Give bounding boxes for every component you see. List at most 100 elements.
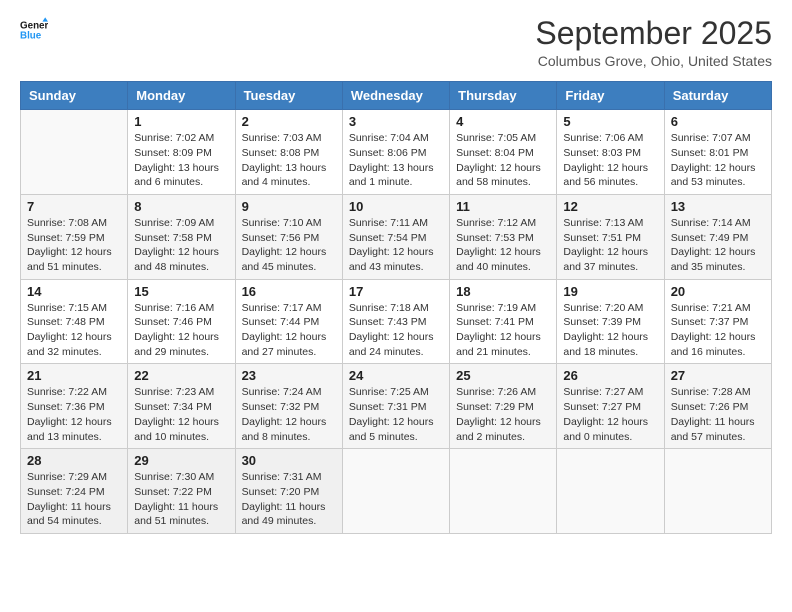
cell-content: 5 Sunrise: 7:06 AMSunset: 8:03 PMDaylight… <box>563 114 657 190</box>
cell-day-number: 29 <box>134 453 228 468</box>
logo: General Blue <box>20 16 48 44</box>
calendar-cell: 2 Sunrise: 7:03 AMSunset: 8:08 PMDaylight… <box>235 110 342 195</box>
calendar-cell <box>450 449 557 534</box>
cell-content: 30Sunrise: 7:31 AMSunset: 7:20 PMDayligh… <box>242 453 336 529</box>
cell-sun-info: Sunrise: 7:17 AMSunset: 7:44 PMDaylight:… <box>242 301 336 360</box>
cell-content: 25Sunrise: 7:26 AMSunset: 7:29 PMDayligh… <box>456 368 550 444</box>
calendar-cell: 23 Sunrise: 7:24 AMSunset: 7:32 PMDayligh… <box>235 364 342 449</box>
cell-content: 12Sunrise: 7:13 AMSunset: 7:51 PMDayligh… <box>563 199 657 275</box>
cell-content: 2 Sunrise: 7:03 AMSunset: 8:08 PMDaylight… <box>242 114 336 190</box>
calendar-week-row: 14Sunrise: 7:15 AMSunset: 7:48 PMDayligh… <box>21 279 772 364</box>
cell-content: 17Sunrise: 7:18 AMSunset: 7:43 PMDayligh… <box>349 284 443 360</box>
cell-content: 14Sunrise: 7:15 AMSunset: 7:48 PMDayligh… <box>27 284 121 360</box>
calendar-cell <box>557 449 664 534</box>
cell-day-number: 7 <box>27 199 121 214</box>
header-saturday: Saturday <box>664 82 771 110</box>
cell-sun-info: Sunrise: 7:03 AMSunset: 8:08 PMDaylight:… <box>242 131 336 190</box>
calendar-cell: 4 Sunrise: 7:05 AMSunset: 8:04 PMDaylight… <box>450 110 557 195</box>
calendar-cell: 30Sunrise: 7:31 AMSunset: 7:20 PMDayligh… <box>235 449 342 534</box>
calendar-cell <box>21 110 128 195</box>
calendar-cell <box>664 449 771 534</box>
cell-content: 4 Sunrise: 7:05 AMSunset: 8:04 PMDaylight… <box>456 114 550 190</box>
cell-sun-info: Sunrise: 7:15 AMSunset: 7:48 PMDaylight:… <box>27 301 121 360</box>
cell-content: 22 Sunrise: 7:23 AMSunset: 7:34 PMDayligh… <box>134 368 228 444</box>
calendar-week-row: 21Sunrise: 7:22 AMSunset: 7:36 PMDayligh… <box>21 364 772 449</box>
cell-sun-info: Sunrise: 7:20 AMSunset: 7:39 PMDaylight:… <box>563 301 657 360</box>
title-section: September 2025 Columbus Grove, Ohio, Uni… <box>535 16 772 69</box>
cell-sun-info: Sunrise: 7:31 AMSunset: 7:20 PMDaylight:… <box>242 470 336 529</box>
cell-sun-info: Sunrise: 7:21 AMSunset: 7:37 PMDaylight:… <box>671 301 765 360</box>
cell-sun-info: Sunrise: 7:29 AMSunset: 7:24 PMDaylight:… <box>27 470 121 529</box>
cell-day-number: 26 <box>563 368 657 383</box>
cell-day-number: 25 <box>456 368 550 383</box>
svg-text:Blue: Blue <box>20 30 42 41</box>
cell-content: 3Sunrise: 7:04 AMSunset: 8:06 PMDaylight… <box>349 114 443 190</box>
cell-day-number: 18 <box>456 284 550 299</box>
calendar-cell: 8Sunrise: 7:09 AMSunset: 7:58 PMDaylight… <box>128 194 235 279</box>
calendar-cell: 12Sunrise: 7:13 AMSunset: 7:51 PMDayligh… <box>557 194 664 279</box>
calendar-cell: 9Sunrise: 7:10 AMSunset: 7:56 PMDaylight… <box>235 194 342 279</box>
header-monday: Monday <box>128 82 235 110</box>
cell-day-number: 19 <box>563 284 657 299</box>
cell-sun-info: Sunrise: 7:12 AMSunset: 7:53 PMDaylight:… <box>456 216 550 275</box>
calendar-cell: 14Sunrise: 7:15 AMSunset: 7:48 PMDayligh… <box>21 279 128 364</box>
cell-day-number: 22 <box>134 368 228 383</box>
header-tuesday: Tuesday <box>235 82 342 110</box>
cell-sun-info: Sunrise: 7:24 AMSunset: 7:32 PMDaylight:… <box>242 385 336 444</box>
cell-day-number: 27 <box>671 368 765 383</box>
cell-content: 28 Sunrise: 7:29 AMSunset: 7:24 PMDayligh… <box>27 453 121 529</box>
calendar-cell: 22 Sunrise: 7:23 AMSunset: 7:34 PMDayligh… <box>128 364 235 449</box>
cell-day-number: 2 <box>242 114 336 129</box>
calendar-cell: 6Sunrise: 7:07 AMSunset: 8:01 PMDaylight… <box>664 110 771 195</box>
cell-day-number: 28 <box>27 453 121 468</box>
cell-content: 10Sunrise: 7:11 AMSunset: 7:54 PMDayligh… <box>349 199 443 275</box>
cell-sun-info: Sunrise: 7:04 AMSunset: 8:06 PMDaylight:… <box>349 131 443 190</box>
cell-day-number: 17 <box>349 284 443 299</box>
calendar-cell: 20 Sunrise: 7:21 AMSunset: 7:37 PMDayligh… <box>664 279 771 364</box>
cell-content: 19 Sunrise: 7:20 AMSunset: 7:39 PMDayligh… <box>563 284 657 360</box>
page-header: General Blue September 2025 Columbus Gro… <box>20 16 772 69</box>
calendar-header-row: SundayMondayTuesdayWednesdayThursdayFrid… <box>21 82 772 110</box>
cell-day-number: 8 <box>134 199 228 214</box>
cell-day-number: 12 <box>563 199 657 214</box>
cell-sun-info: Sunrise: 7:07 AMSunset: 8:01 PMDaylight:… <box>671 131 765 190</box>
cell-content: 16Sunrise: 7:17 AMSunset: 7:44 PMDayligh… <box>242 284 336 360</box>
cell-day-number: 13 <box>671 199 765 214</box>
calendar-cell: 29Sunrise: 7:30 AMSunset: 7:22 PMDayligh… <box>128 449 235 534</box>
calendar-cell: 27Sunrise: 7:28 AMSunset: 7:26 PMDayligh… <box>664 364 771 449</box>
calendar-cell: 19 Sunrise: 7:20 AMSunset: 7:39 PMDayligh… <box>557 279 664 364</box>
cell-day-number: 1 <box>134 114 228 129</box>
calendar-cell: 10Sunrise: 7:11 AMSunset: 7:54 PMDayligh… <box>342 194 449 279</box>
cell-content: 6Sunrise: 7:07 AMSunset: 8:01 PMDaylight… <box>671 114 765 190</box>
cell-day-number: 5 <box>563 114 657 129</box>
cell-sun-info: Sunrise: 7:02 AMSunset: 8:09 PMDaylight:… <box>134 131 228 190</box>
cell-day-number: 20 <box>671 284 765 299</box>
cell-sun-info: Sunrise: 7:06 AMSunset: 8:03 PMDaylight:… <box>563 131 657 190</box>
cell-day-number: 23 <box>242 368 336 383</box>
header-sunday: Sunday <box>21 82 128 110</box>
calendar-week-row: 28 Sunrise: 7:29 AMSunset: 7:24 PMDayligh… <box>21 449 772 534</box>
calendar-cell: 25Sunrise: 7:26 AMSunset: 7:29 PMDayligh… <box>450 364 557 449</box>
calendar-table: SundayMondayTuesdayWednesdayThursdayFrid… <box>20 81 772 534</box>
calendar-cell <box>342 449 449 534</box>
cell-content: 23 Sunrise: 7:24 AMSunset: 7:32 PMDayligh… <box>242 368 336 444</box>
cell-content: 13Sunrise: 7:14 AMSunset: 7:49 PMDayligh… <box>671 199 765 275</box>
logo-icon: General Blue <box>20 16 48 44</box>
cell-sun-info: Sunrise: 7:05 AMSunset: 8:04 PMDaylight:… <box>456 131 550 190</box>
cell-content: 1 Sunrise: 7:02 AMSunset: 8:09 PMDaylight… <box>134 114 228 190</box>
cell-day-number: 4 <box>456 114 550 129</box>
calendar-cell: 13Sunrise: 7:14 AMSunset: 7:49 PMDayligh… <box>664 194 771 279</box>
calendar-subtitle: Columbus Grove, Ohio, United States <box>535 53 772 69</box>
calendar-cell: 24Sunrise: 7:25 AMSunset: 7:31 PMDayligh… <box>342 364 449 449</box>
calendar-cell: 16Sunrise: 7:17 AMSunset: 7:44 PMDayligh… <box>235 279 342 364</box>
calendar-cell: 15Sunrise: 7:16 AMSunset: 7:46 PMDayligh… <box>128 279 235 364</box>
cell-content: 15Sunrise: 7:16 AMSunset: 7:46 PMDayligh… <box>134 284 228 360</box>
calendar-cell: 3Sunrise: 7:04 AMSunset: 8:06 PMDaylight… <box>342 110 449 195</box>
cell-sun-info: Sunrise: 7:22 AMSunset: 7:36 PMDaylight:… <box>27 385 121 444</box>
cell-sun-info: Sunrise: 7:23 AMSunset: 7:34 PMDaylight:… <box>134 385 228 444</box>
cell-content: 29Sunrise: 7:30 AMSunset: 7:22 PMDayligh… <box>134 453 228 529</box>
cell-content: 20 Sunrise: 7:21 AMSunset: 7:37 PMDayligh… <box>671 284 765 360</box>
cell-content: 8Sunrise: 7:09 AMSunset: 7:58 PMDaylight… <box>134 199 228 275</box>
cell-day-number: 10 <box>349 199 443 214</box>
cell-content: 21Sunrise: 7:22 AMSunset: 7:36 PMDayligh… <box>27 368 121 444</box>
